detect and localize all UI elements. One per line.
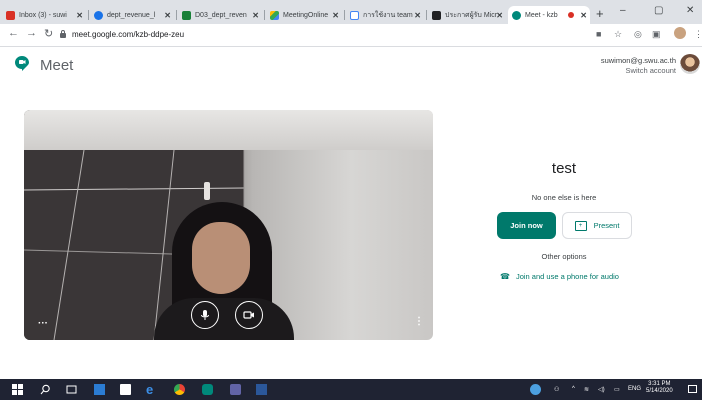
search-icon[interactable] — [40, 384, 51, 395]
meet-logo-icon — [15, 56, 29, 71]
star-icon[interactable]: ☆ — [614, 29, 622, 40]
tab-divider — [344, 10, 345, 20]
url-text: meet.google.com/kzb-ddpe-zeu — [72, 30, 185, 39]
close-icon[interactable]: ✕ — [580, 11, 587, 20]
clock-time: 3:31 PM — [648, 381, 671, 387]
microphone-button[interactable] — [191, 301, 219, 329]
person-face — [192, 222, 250, 294]
meeting-status: No one else is here — [531, 193, 597, 202]
network-icon[interactable]: ≋ — [584, 386, 589, 393]
avatar[interactable] — [680, 54, 700, 74]
present-button[interactable]: + Present — [562, 212, 632, 239]
window-close-icon[interactable]: ✕ — [686, 5, 694, 16]
reload-icon[interactable]: ↻ — [44, 27, 53, 40]
tab-divider — [88, 10, 89, 20]
tab-meet[interactable]: Meet - kzb ✕ — [508, 6, 590, 24]
close-icon[interactable]: ✕ — [164, 11, 171, 20]
store-icon[interactable] — [120, 384, 131, 395]
phone-audio-label: Join and use a phone for audio — [515, 272, 619, 281]
switch-account-link[interactable]: Switch account — [601, 66, 676, 76]
tab-divider — [176, 10, 177, 20]
tab-dept-revenue[interactable]: dept_revenue_l ✕ — [90, 6, 174, 24]
tab-divider — [264, 10, 265, 20]
onedrive-icon — [94, 10, 103, 20]
meet-icon — [512, 10, 521, 20]
drive-icon — [270, 10, 279, 20]
new-tab-button[interactable]: + — [596, 6, 604, 21]
tab-announcement[interactable]: ประกาศผู้รับ Micr ✕ — [428, 6, 506, 24]
microphone-icon — [201, 310, 209, 320]
sheets-icon — [182, 10, 191, 20]
teams-icon[interactable] — [230, 384, 241, 395]
clock-date: 5/14/2020 — [646, 388, 673, 394]
people-icon[interactable]: ⚇ — [554, 386, 559, 393]
taskbar-clock[interactable]: 3:31 PM 5/14/2020 — [646, 381, 673, 395]
extension-icon[interactable]: ▣ — [652, 29, 661, 40]
camera-icon[interactable]: ■ — [596, 29, 601, 39]
camera-button[interactable] — [235, 301, 263, 329]
help-icon[interactable] — [530, 384, 541, 395]
close-icon[interactable]: ✕ — [496, 11, 503, 20]
phone-audio-link[interactable]: ☎ Join and use a phone for audio — [500, 272, 619, 281]
close-icon[interactable]: ✕ — [332, 11, 339, 20]
close-icon[interactable]: ✕ — [76, 11, 83, 20]
person-body — [154, 298, 294, 340]
tab-gmail[interactable]: Inbox (3) - suwi ✕ — [2, 6, 86, 24]
minimize-icon[interactable]: – — [620, 5, 626, 16]
taskbar — [0, 379, 702, 400]
present-icon: + — [574, 220, 587, 231]
tab-meeting-online[interactable]: MeetingOnline ✕ — [266, 6, 342, 24]
tab-title: D03_dept_reven — [195, 11, 247, 19]
account-email: suwimon@g.swu.ac.th — [600, 56, 676, 65]
tab-title: dept_revenue_l — [107, 11, 156, 19]
chevron-up-icon[interactable]: ^ — [572, 386, 575, 392]
browser-toolbar: ← → ↻ meet.google.com/kzb-ddpe-zeu ■ ☆ ◎… — [0, 24, 702, 47]
back-icon[interactable]: ← — [8, 27, 19, 39]
tab-title: การใช้งาน team — [363, 11, 413, 19]
account-info: suwimon@g.swu.ac.th Switch account — [601, 56, 676, 76]
edge-icon[interactable]: e — [146, 383, 157, 396]
profile-icon[interactable] — [674, 27, 686, 39]
record-icon[interactable]: ◎ — [634, 29, 642, 40]
language-indicator[interactable]: ENG — [628, 386, 641, 392]
tab-title: Inbox (3) - suwi — [19, 11, 67, 19]
tab-strip: Inbox (3) - suwi ✕ dept_revenue_l ✕ D03_… — [0, 0, 702, 24]
chrome-icon[interactable] — [174, 384, 185, 395]
tab-team-usage[interactable]: การใช้งาน team ✕ — [346, 6, 424, 24]
maximize-icon[interactable]: ▢ — [654, 5, 663, 16]
more-icon[interactable]: ⋮ — [694, 29, 702, 40]
brand-title: Meet — [40, 57, 74, 74]
phone-icon: ☎ — [500, 272, 510, 281]
more-horizontal-icon[interactable]: ··· — [38, 318, 48, 329]
volume-icon[interactable]: ◁) — [598, 386, 605, 393]
forward-icon[interactable]: → — [26, 27, 37, 39]
close-icon[interactable]: ✕ — [414, 11, 421, 20]
windows-start-icon[interactable] — [12, 384, 23, 395]
recording-dot-icon — [568, 12, 574, 18]
tab-d03-dept[interactable]: D03_dept_reven ✕ — [178, 6, 262, 24]
join-now-button[interactable]: Join now — [497, 212, 556, 239]
word-icon[interactable] — [256, 384, 267, 395]
lock-icon — [60, 30, 66, 38]
address-bar[interactable]: meet.google.com/kzb-ddpe-zeu — [60, 27, 570, 42]
tab-title: MeetingOnline — [283, 11, 329, 19]
other-options-label: Other options — [541, 252, 587, 261]
app-icon[interactable] — [94, 384, 105, 395]
more-vertical-icon[interactable]: ⋮ — [414, 316, 424, 327]
m-logo-icon — [432, 10, 441, 20]
video-preview: ··· ⋮ — [24, 110, 433, 340]
tab-title: Meet - kzb — [525, 11, 558, 19]
task-view-icon[interactable] — [66, 384, 77, 395]
notifications-icon[interactable] — [688, 385, 697, 393]
meet-app-icon[interactable] — [202, 384, 213, 395]
camera-icon — [243, 311, 254, 319]
battery-icon[interactable]: ▭ — [614, 386, 620, 393]
gmail-icon — [6, 10, 15, 20]
meeting-title: test — [551, 160, 577, 177]
close-icon[interactable]: ✕ — [252, 11, 259, 20]
tab-title: ประกาศผู้รับ Micr — [445, 11, 498, 19]
google-icon — [350, 10, 359, 20]
present-label: Present — [593, 221, 620, 230]
tab-divider — [426, 10, 427, 20]
